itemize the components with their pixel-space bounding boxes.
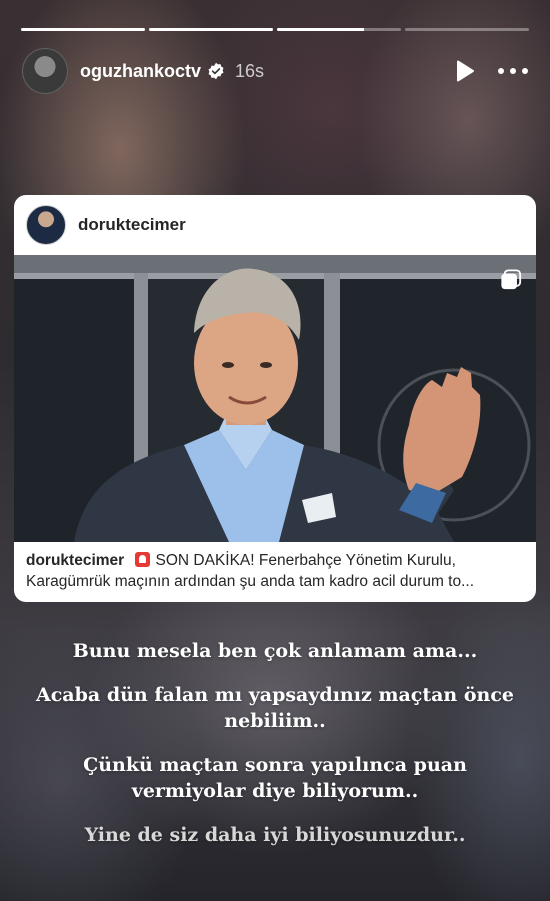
story-progress-bar	[21, 28, 529, 31]
progress-segment-4	[405, 28, 529, 31]
story-username[interactable]: oguzhankoctv	[80, 61, 201, 82]
story-header: oguzhankoctv 16s	[22, 48, 528, 94]
story-text-line-4: Yine de siz daha iyi biliyosunuzdur..	[84, 824, 466, 846]
progress-segment-2	[149, 28, 273, 31]
shared-post-avatar[interactable]	[26, 205, 66, 245]
man-waving-photo	[14, 255, 536, 542]
story-timestamp: 16s	[235, 60, 265, 81]
shared-post-header: doruktecimer	[14, 195, 536, 255]
shared-post-caption[interactable]: doruktecimer SON DAKİKA! Fenerbahçe Yöne…	[14, 542, 536, 600]
progress-segment-3	[277, 28, 401, 31]
story-avatar[interactable]	[22, 48, 68, 94]
story-text-line-3: Çünkü maçtan sonra yapılınca puan vermiy…	[83, 754, 467, 802]
siren-emoji-icon	[134, 552, 150, 567]
shared-post-card[interactable]: doruktecimer doruktecimer SON DAKİKA! Fe…	[14, 195, 536, 602]
more-options-icon[interactable]	[498, 60, 528, 82]
story-text-line-2: Acaba dün falan mı yapsaydınız maçtan ön…	[35, 684, 514, 732]
caption-line-2: Karagümrük maçının ardından şu anda tam …	[26, 573, 475, 590]
story-text-line-1: Bunu mesela ben çok anlamam ama...	[72, 640, 478, 662]
story-text-overlay: Bunu mesela ben çok anlamam ama... Acaba…	[30, 638, 520, 866]
caption-username: doruktecimer	[26, 552, 125, 569]
multi-image-icon	[501, 269, 522, 290]
progress-segment-1	[21, 28, 145, 31]
caption-line-1: SON DAKİKA! Fenerbahçe Yönetim Kurulu,	[155, 552, 456, 569]
shared-post-username[interactable]: doruktecimer	[78, 215, 186, 235]
play-icon[interactable]	[454, 60, 476, 82]
shared-post-photo[interactable]	[14, 255, 536, 542]
verified-badge-icon	[207, 62, 225, 80]
